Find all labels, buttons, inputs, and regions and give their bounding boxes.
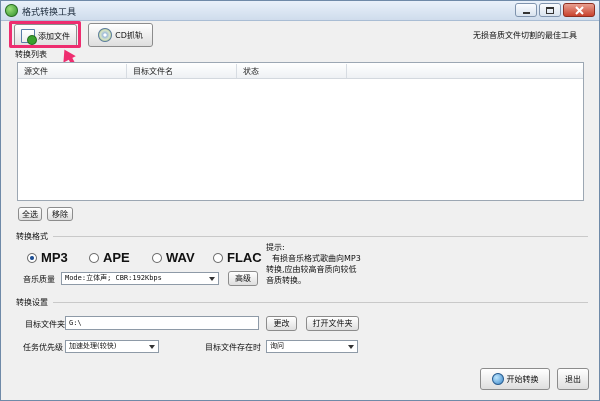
cd-rip-label: CD抓轨 [115,30,143,40]
remove-label: 移除 [52,209,68,219]
column-source-file[interactable]: 源文件 [24,66,48,77]
select-all-button[interactable]: 全选 [18,207,42,221]
priority-select[interactable]: 加速处理(较快) [65,340,159,353]
target-folder-input[interactable]: G:\ [65,316,259,330]
list-section-label: 转换列表 [15,50,47,59]
hint-line: 音质转换。 [266,276,306,285]
radio-mp3-label: MP3 [41,250,68,265]
format-group-divider [53,236,588,237]
column-status[interactable]: 状态 [243,66,259,77]
list-header: 源文件 目标文件名 状态 [18,63,583,79]
convert-label: 开始转换 [506,374,539,384]
radio-ape-circle[interactable] [89,252,99,263]
cd-icon [98,28,113,42]
column-separator[interactable] [126,64,127,78]
radio-mp3[interactable]: MP3 [27,250,68,265]
radio-flac-label: FLAC [227,250,262,265]
radio-flac[interactable]: FLAC [213,250,262,265]
radio-ape[interactable]: APE [89,250,130,265]
radio-wav[interactable]: WAV [152,250,195,265]
convert-icon [491,373,504,385]
open-folder-button[interactable]: 打开文件夹 [306,316,359,331]
minimize-button[interactable] [515,3,537,17]
change-label: 更改 [273,319,290,328]
priority-value: 加速处理(较快) [69,342,117,350]
exit-label: 退出 [565,374,581,384]
column-separator[interactable] [346,64,347,78]
highlight-box [9,21,81,48]
chevron-down-icon [348,345,354,349]
cd-rip-button[interactable]: CD抓轨 [88,23,153,47]
window-controls [515,3,595,17]
file-exists-select[interactable]: 询问 [266,340,358,353]
radio-wav-circle[interactable] [152,252,162,263]
chevron-down-icon [209,277,215,281]
quality-select[interactable]: Mode:立体声; CBR:192Kbps [61,272,219,285]
column-target-name[interactable]: 目标文件名 [133,66,173,77]
remove-button[interactable]: 移除 [47,207,73,221]
advanced-button[interactable]: 高级 [228,271,258,286]
maximize-icon [546,6,554,14]
slogan-text: 无损音质文件切割的最佳工具 [473,31,577,40]
exit-button[interactable]: 退出 [557,368,589,390]
open-folder-label: 打开文件夹 [312,319,353,328]
quality-label: 音乐质量 [23,275,55,284]
radio-wav-label: WAV [166,250,195,265]
radio-ape-label: APE [103,250,130,265]
target-folder-label: 目标文件夹 [25,320,65,329]
app-logo-icon [5,4,18,17]
priority-label: 任务优先级 [23,343,63,352]
app-window: 格式转换工具 添加文件 CD抓轨 无损音质文件切割的最佳工具 转换列表 源文件 … [0,0,600,401]
format-section-label: 转换格式 [16,232,48,241]
column-separator[interactable] [236,64,237,78]
file-exists-value: 询问 [270,342,284,350]
chevron-down-icon [149,345,155,349]
radio-mp3-circle[interactable] [27,252,37,263]
change-folder-button[interactable]: 更改 [266,316,297,331]
advanced-label: 高级 [235,274,251,283]
quality-value: Mode:立体声; CBR:192Kbps [65,274,162,282]
minimize-icon [522,11,530,14]
select-all-label: 全选 [22,209,38,219]
window-title: 格式转换工具 [22,8,77,18]
radio-flac-circle[interactable] [213,252,223,263]
hint-text: 提示: 有损音乐格式歌曲向MP3 转换,应由较高音质向较低 音质转换。 [266,242,364,286]
hint-line: 转换,应由较高音质向较低 [266,265,357,274]
title-bar[interactable]: 格式转换工具 [1,1,599,21]
target-folder-value: G:\ [69,319,82,327]
settings-section-label: 转换设置 [16,298,48,307]
start-convert-button[interactable]: 开始转换 [480,368,550,390]
maximize-button[interactable] [539,3,561,17]
hint-line: 提示: [266,243,285,252]
file-list-table[interactable]: 源文件 目标文件名 状态 [17,62,584,201]
settings-group-divider [53,302,588,303]
file-exists-label: 目标文件存在时 [205,343,261,352]
close-icon [574,5,584,15]
close-button[interactable] [563,3,595,17]
hint-line: 有损音乐格式歌曲向MP3 [272,254,361,263]
